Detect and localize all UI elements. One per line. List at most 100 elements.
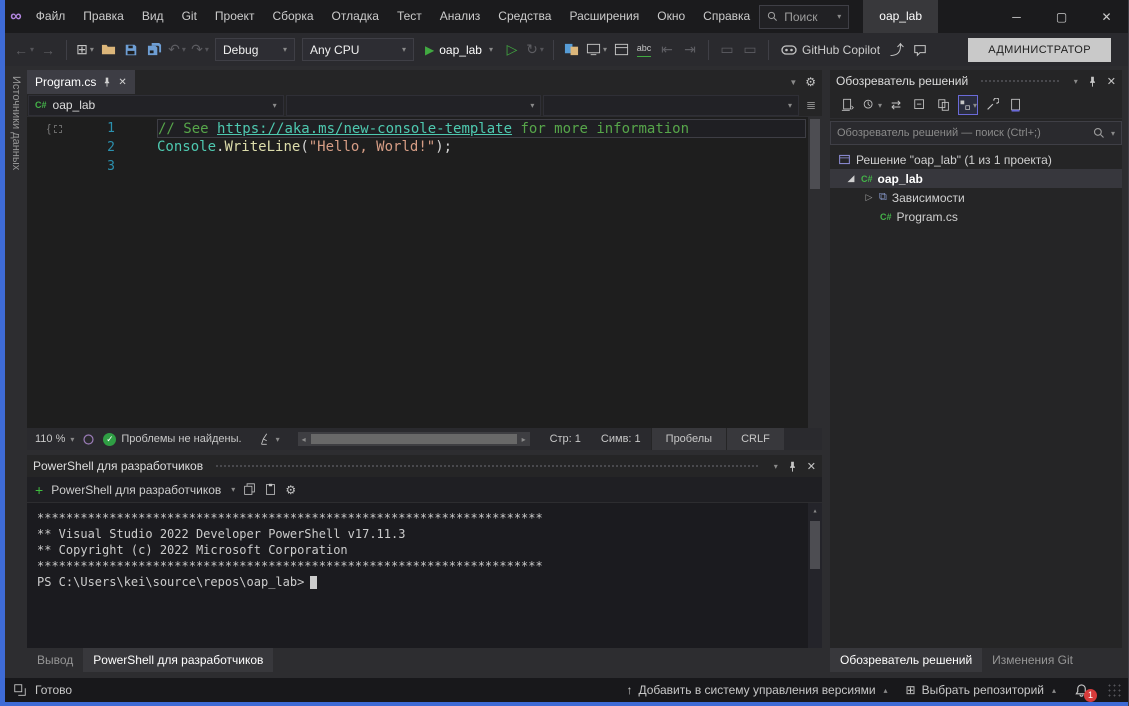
menu-test[interactable]: Тест — [388, 0, 431, 33]
preview-changes-icon[interactable] — [562, 38, 582, 62]
navigate-back-icon[interactable]: ←▾ — [13, 38, 35, 62]
navigate-forward-icon[interactable]: → — [38, 38, 58, 62]
properties-wrench-icon[interactable] — [982, 95, 1002, 115]
terminal-settings-gear-icon[interactable]: ⚙ — [285, 483, 296, 497]
notifications-button[interactable]: 1 — [1074, 683, 1089, 698]
solution-view-toggle-icon[interactable]: ▾ — [958, 95, 978, 115]
preview-selected-items-icon[interactable] — [1006, 95, 1026, 115]
window-position-icon[interactable]: ▾ — [1074, 77, 1078, 86]
code-comment-link[interactable]: https://aka.ms/new-console-template — [217, 121, 512, 137]
pin-icon[interactable] — [102, 77, 112, 87]
platform-combo[interactable]: Any CPU▾ — [302, 38, 414, 61]
pin-icon[interactable] — [787, 461, 798, 472]
increase-indent-icon[interactable]: ⇥ — [680, 38, 700, 62]
tab-git-changes[interactable]: Изменения Git — [982, 648, 1083, 672]
hot-reload-icon[interactable]: ↻▾ — [525, 38, 545, 62]
window-position-icon[interactable]: ▾ — [774, 462, 778, 471]
code-editor[interactable]: { 1 // See https://aka.ms/new-console-te… — [27, 117, 822, 428]
terminal-output[interactable]: ****************************************… — [27, 503, 822, 648]
save-all-icon[interactable] — [144, 38, 164, 62]
chevron-down-icon[interactable]: ▾ — [1111, 129, 1115, 138]
redo-icon[interactable]: ↷▾ — [190, 38, 210, 62]
tree-item-project[interactable]: ◢ C# oap_lab — [830, 169, 1122, 188]
editor-vertical-scrollbar[interactable] — [808, 117, 822, 428]
menu-view[interactable]: Вид — [133, 0, 173, 33]
background-tasks-icon[interactable] — [13, 683, 27, 697]
uncomment-icon[interactable]: ▭ — [740, 38, 760, 62]
scrollbar-thumb[interactable] — [810, 521, 820, 569]
close-panel-icon[interactable]: ✕ — [807, 460, 816, 473]
zoom-control[interactable]: 110 %▾ — [27, 433, 82, 445]
pin-icon[interactable] — [1087, 76, 1098, 87]
menu-analyze[interactable]: Анализ — [431, 0, 490, 33]
new-terminal-icon[interactable]: + — [35, 482, 43, 498]
menu-window[interactable]: Окно — [648, 0, 694, 33]
scroll-left-icon[interactable]: ◂ — [298, 435, 310, 444]
scrollbar-thumb[interactable] — [810, 119, 820, 189]
type-dropdown[interactable]: ▾ — [286, 95, 542, 116]
tab-program-cs[interactable]: Program.cs ✕ — [27, 70, 135, 94]
maximize-button[interactable]: ▢ — [1039, 0, 1084, 33]
save-icon[interactable] — [121, 38, 141, 62]
menu-file[interactable]: Файл — [27, 0, 75, 33]
expander-collapsed-icon[interactable]: ▷ — [864, 192, 874, 203]
show-output-window-icon[interactable]: ▾ — [585, 38, 608, 62]
feedback-icon[interactable] — [910, 38, 930, 62]
github-copilot-button[interactable]: GitHub Copilot — [777, 38, 884, 62]
menu-git[interactable]: Git — [173, 0, 206, 33]
tab-output[interactable]: Вывод — [27, 648, 83, 672]
menu-project[interactable]: Проект — [206, 0, 264, 33]
terminal-header[interactable]: PowerShell для разработчиков ▾ ✕ — [27, 455, 822, 477]
close-button[interactable]: ✕ — [1084, 0, 1129, 33]
menu-tools[interactable]: Средства — [489, 0, 560, 33]
undo-icon[interactable]: ↶▾ — [167, 38, 187, 62]
problems-indicator[interactable]: ✓Проблемы не найдены. — [95, 433, 249, 446]
spaces-indicator[interactable]: Пробелы — [651, 428, 726, 450]
solution-explorer-search[interactable]: ▾ — [830, 121, 1122, 145]
project-dropdown[interactable]: C# oap_lab ▾ — [28, 95, 284, 116]
editor-layout-icon[interactable] — [611, 38, 631, 62]
document-list-icon[interactable]: ▼ — [789, 78, 797, 87]
close-panel-icon[interactable]: ✕ — [1107, 75, 1116, 88]
drag-grip[interactable] — [980, 79, 1060, 84]
decrease-indent-icon[interactable]: ⇤ — [657, 38, 677, 62]
editor-options-gear-icon[interactable]: ⚙ — [805, 75, 816, 89]
tree-item-dependencies[interactable]: ▷ ⧉ Зависимости — [830, 188, 1122, 207]
navbar-split-icon[interactable]: ≣ — [800, 98, 822, 112]
switch-views-icon[interactable]: ⇄ — [886, 95, 906, 115]
collapse-all-icon[interactable] — [910, 95, 930, 115]
drag-grip[interactable] — [215, 464, 760, 469]
scroll-up-icon[interactable]: ▴ — [813, 503, 818, 519]
copy-icon[interactable] — [243, 483, 256, 496]
close-tab-icon[interactable]: ✕ — [118, 77, 126, 88]
menu-build[interactable]: Сборка — [263, 0, 322, 33]
paste-icon[interactable] — [264, 483, 277, 496]
menu-extensions[interactable]: Расширения — [560, 0, 648, 33]
minimize-button[interactable]: ─ — [994, 0, 1039, 33]
pending-changes-filter-icon[interactable]: ▾ — [862, 95, 882, 115]
menu-help[interactable]: Справка — [694, 0, 759, 33]
terminal-profile-label[interactable]: PowerShell для разработчиков — [51, 483, 221, 497]
sync-with-active-document-icon[interactable] — [838, 95, 858, 115]
tab-solution-explorer[interactable]: Обозреватель решений — [830, 648, 982, 672]
title-search-box[interactable]: Поиск ▾ — [759, 5, 849, 29]
expander-expanded-icon[interactable]: ◢ — [846, 173, 856, 184]
tree-item-solution[interactable]: Решение "oap_lab" (1 из 1 проекта) — [830, 150, 1122, 169]
search-icon[interactable] — [1093, 127, 1105, 139]
menu-debug[interactable]: Отладка — [323, 0, 388, 33]
share-icon[interactable]: ⤴ — [887, 38, 907, 62]
show-all-files-icon[interactable] — [934, 95, 954, 115]
start-without-debugging-icon[interactable]: ▷ — [502, 38, 522, 62]
code-cleanup-icon[interactable]: ▾ — [250, 432, 288, 446]
spell-check-icon[interactable]: abc — [634, 38, 654, 62]
solution-search-input[interactable] — [831, 127, 1093, 139]
new-project-icon[interactable]: ⊞▾ — [75, 38, 95, 62]
add-to-source-control-button[interactable]: ↑ Добавить в систему управления версиями… — [626, 683, 887, 697]
member-dropdown[interactable]: ▾ — [543, 95, 799, 116]
select-repository-button[interactable]: ⊞ Выбрать репозиторий ▴ — [906, 683, 1056, 697]
tree-item-program-cs[interactable]: C# Program.cs — [830, 207, 1122, 226]
chevron-down-icon[interactable]: ▾ — [231, 485, 235, 494]
comment-icon[interactable]: ▭ — [717, 38, 737, 62]
tab-powershell[interactable]: PowerShell для разработчиков — [83, 648, 273, 672]
open-folder-icon[interactable] — [98, 38, 118, 62]
